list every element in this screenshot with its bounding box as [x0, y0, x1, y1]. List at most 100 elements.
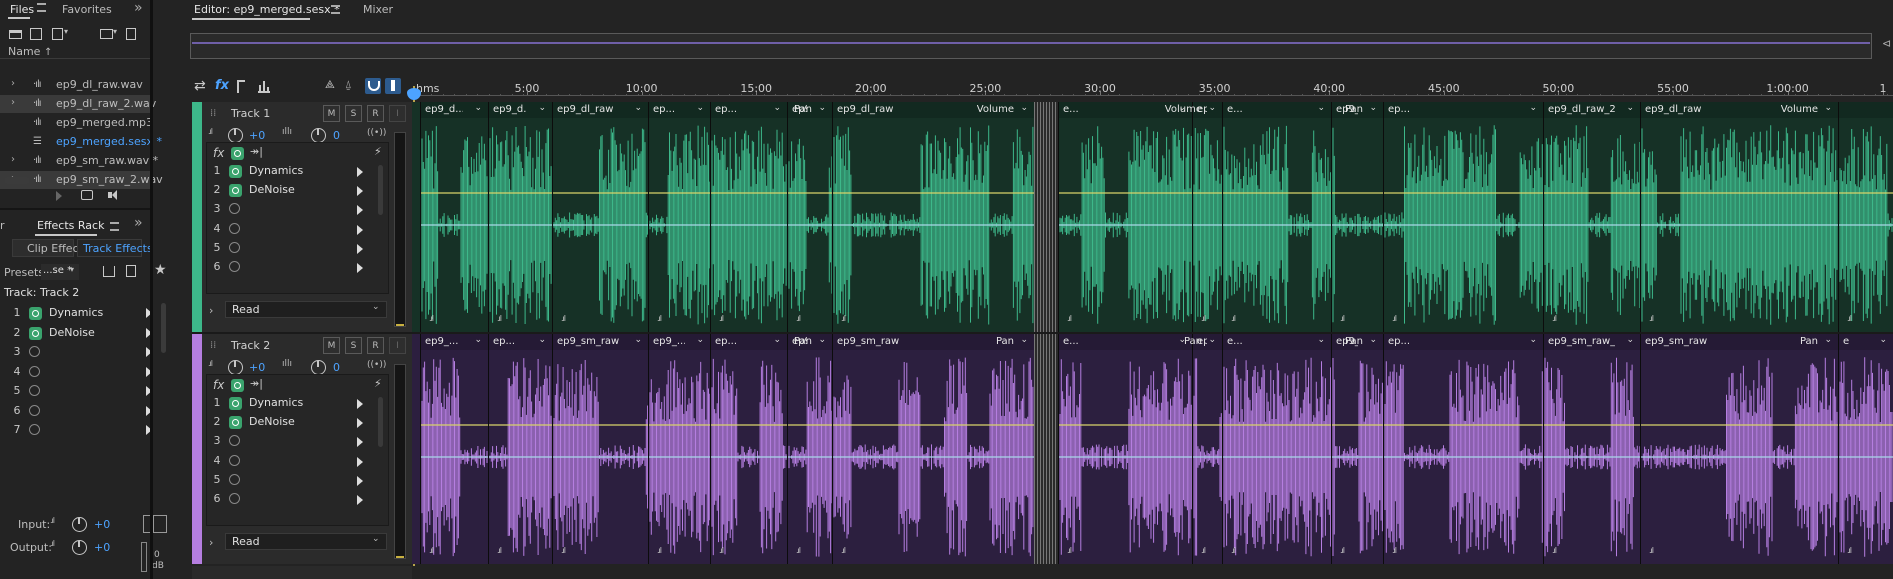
fx-lightning-icon[interactable]: ⚡ [374, 145, 382, 158]
sends-icon[interactable] [237, 80, 245, 93]
audio-clip[interactable]: e... ⌄ .ıl [1222, 102, 1332, 332]
favorite-star-icon[interactable]: ★ [154, 262, 167, 278]
effects-menu-icon[interactable] [110, 222, 119, 231]
track-fx-scrollbar[interactable] [378, 397, 383, 447]
power-icon[interactable] [229, 241, 240, 253]
power-icon[interactable] [29, 424, 40, 435]
track-fx-scrollbar[interactable] [378, 165, 383, 215]
clip-menu-chevron-icon[interactable]: ⌄ [818, 103, 826, 113]
track-effect-slot[interactable]: 2 DeNoise [207, 414, 367, 432]
time-ruler[interactable]: hms 5:00 10:00 15:00 20:00 25:00 30:00 35:00 40… [412, 78, 1893, 98]
mute-button[interactable]: M [323, 105, 340, 122]
switch-clip-icon[interactable]: ⇄ [194, 78, 206, 94]
collapse-effects-icon[interactable]: » [134, 215, 143, 231]
clip-menu-chevron-icon[interactable]: ⌄ [773, 103, 781, 113]
volume-knob[interactable] [228, 360, 243, 375]
slot-menu-arrow-icon[interactable] [357, 224, 363, 235]
audio-clip[interactable]: ep9_sm_rawPan⌄.ıl [787, 334, 833, 564]
track-effect-slot[interactable]: 5 [207, 240, 367, 258]
tab-effects-rack[interactable]: Effects Rack [37, 219, 104, 232]
power-icon[interactable] [229, 473, 240, 485]
audio-clip[interactable]: ep9_sm_rawPan⌄.ıl [1331, 334, 1384, 564]
fx-lightning-icon[interactable]: ⚡ [374, 377, 382, 390]
effect-slot[interactable]: 4 [0, 363, 160, 381]
stereo-output-icon[interactable]: ((•)) [367, 128, 386, 138]
input-value[interactable]: +0 [94, 518, 110, 531]
file-list-item[interactable]: › ·ılı ep9_dl_raw_2.wav [0, 95, 156, 113]
clip-menu-chevron-icon[interactable]: ⌄ [1208, 335, 1216, 345]
audio-clip[interactable]: ep9_d... ⌄ .ıl [488, 102, 553, 332]
power-icon[interactable] [29, 365, 40, 377]
clip-menu-chevron-icon[interactable]: ⌄ [538, 335, 546, 345]
power-icon[interactable] [229, 222, 240, 234]
collapse-panel-icon[interactable]: » [134, 0, 143, 16]
input-level-knob[interactable] [72, 517, 87, 532]
show-effects-icon[interactable]: fx [215, 78, 229, 93]
presets-dropdown[interactable]: ...se * ▾ [41, 264, 79, 280]
audio-clip[interactable]: ep9_sm_raw ⌄ .ıl [552, 334, 649, 564]
eq-icon[interactable] [258, 81, 270, 93]
pan-knob[interactable] [311, 128, 326, 143]
track-effect-slot[interactable]: 2 DeNoise [207, 182, 367, 200]
tab-mixer[interactable]: Mixer [363, 3, 393, 16]
clip-menu-chevron-icon[interactable]: ⌄ [538, 103, 546, 113]
effect-slot[interactable]: 5 [0, 382, 160, 400]
track-effect-slot[interactable]: 3 [207, 433, 367, 451]
audio-clip[interactable]: ep... ⌄ .ıl [488, 334, 553, 564]
new-file-dropdown-icon[interactable]: ▾ [64, 27, 68, 36]
clip-menu-chevron-icon[interactable]: ⌄ [1879, 335, 1887, 345]
track-effects-tab[interactable]: Track Effects [77, 239, 153, 257]
audio-clip[interactable]: ep9_sm_rawPan⌄.ıl [1640, 334, 1839, 564]
snapping-icon[interactable] [365, 78, 381, 94]
volume-value[interactable]: +0 [249, 361, 265, 374]
clip-menu-chevron-icon[interactable]: ⌄ [1626, 103, 1634, 113]
tab-editor[interactable]: Editor: ep9_merged.sesx * [194, 3, 340, 16]
power-icon[interactable] [29, 404, 40, 416]
slot-menu-arrow-icon[interactable] [357, 475, 363, 486]
volume-knob[interactable] [228, 128, 243, 143]
overview-zoom-bar[interactable] [190, 33, 1872, 59]
automation-expand-icon[interactable]: › [209, 304, 213, 317]
clip-menu-chevron-icon[interactable]: ⌄ [1529, 103, 1537, 113]
power-icon[interactable] [229, 203, 240, 215]
power-icon[interactable] [229, 416, 242, 430]
power-icon[interactable] [229, 397, 242, 410]
pan-knob[interactable] [311, 360, 326, 375]
playhead-handle-icon[interactable] [407, 88, 421, 100]
pre-post-fader-icon[interactable]: ↠| [250, 145, 263, 158]
slot-menu-arrow-icon[interactable] [357, 495, 363, 505]
audio-clip[interactable]: ep9_dl_raw Volume ⌄ .ıl [1640, 102, 1839, 332]
clip-menu-chevron-icon[interactable]: ⌄ [634, 103, 642, 113]
snap-metronome-icon[interactable]: ⟁ [325, 78, 335, 92]
monitor-input-button[interactable]: I [389, 105, 406, 122]
audio-clip[interactable]: ep9_dl_raw_2 ⌄ .ıl [1543, 102, 1641, 332]
clip-menu-chevron-icon[interactable]: ⌄ [773, 335, 781, 345]
files-horizontal-scrollbar[interactable] [4, 177, 30, 184]
automation-expand-icon[interactable]: › [209, 536, 213, 549]
audio-clip[interactable]: ep... ⌄ .ıl [710, 102, 788, 332]
pan-value[interactable]: 0 [333, 129, 340, 142]
power-icon[interactable] [229, 493, 240, 504]
expand-chevron-icon[interactable]: › [11, 154, 15, 165]
clip-menu-chevron-icon[interactable]: ⌄ [1626, 335, 1634, 345]
audio-clip[interactable]: ep9_sm_rawPan⌄.ıl [832, 334, 1035, 564]
file-list-item[interactable]: ·ılı ep9_merged.mp3 [0, 114, 153, 132]
clip-menu-chevron-icon[interactable]: ⌄ [1529, 335, 1537, 345]
slot-menu-arrow-icon[interactable] [357, 437, 363, 448]
audio-clip[interactable]: ep9_d... ⌄ .ıl [420, 102, 489, 332]
volume-value[interactable]: +0 [249, 129, 265, 142]
mute-button[interactable]: M [323, 337, 340, 354]
playhead-marker-icon[interactable] [385, 78, 401, 94]
file-list-item[interactable]: › ·ılı ep9_dl_raw.wav [0, 76, 150, 94]
slot-menu-arrow-icon[interactable] [357, 167, 363, 177]
solo-button[interactable]: S [345, 337, 362, 354]
delete-file-icon[interactable] [126, 28, 136, 40]
import-file-icon[interactable] [30, 28, 42, 40]
audio-clip[interactable]: e... ⌄ .ıl [1058, 334, 1193, 564]
save-preset-icon[interactable] [103, 266, 115, 277]
clip-menu-chevron-icon[interactable]: ⌄ [1824, 335, 1832, 345]
audio-clip-titlebar[interactable] [1059, 334, 1193, 350]
power-icon[interactable] [229, 261, 240, 272]
track-effect-slot[interactable]: 4 [207, 453, 367, 471]
track-effect-slot[interactable]: 4 [207, 221, 367, 239]
